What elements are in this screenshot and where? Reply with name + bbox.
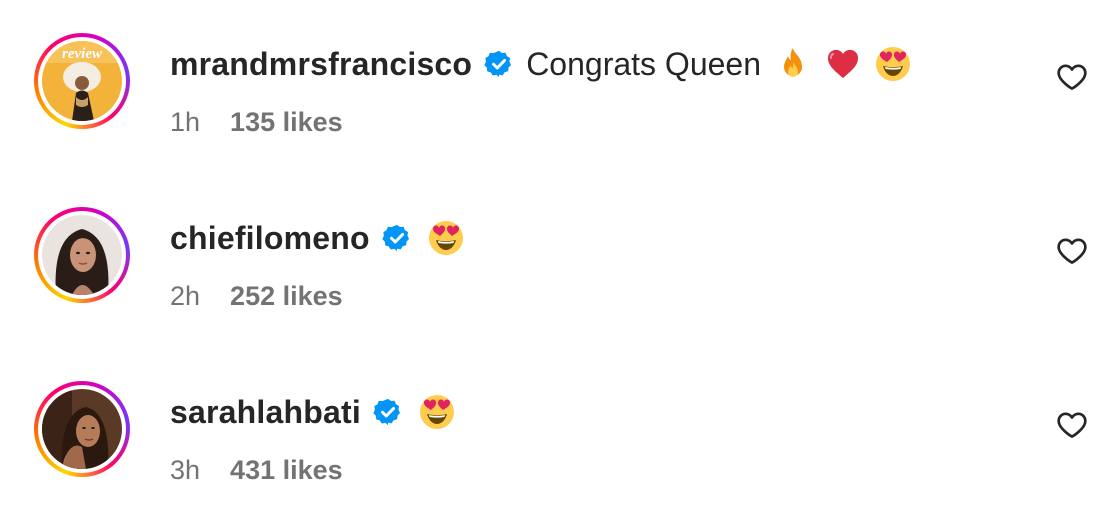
comment-meta: 2h 252 likes [170, 281, 343, 312]
heart-eyes-emoji [428, 220, 464, 256]
heart-eyes-emoji [875, 46, 911, 82]
avatar-logo-text: review [62, 46, 103, 62]
likes-count[interactable]: 252 likes [230, 281, 343, 312]
avatar[interactable]: review [34, 33, 130, 129]
avatar[interactable] [34, 207, 130, 303]
comment-line: mrandmrsfrancisco Congrats Queen [170, 44, 911, 84]
like-heart-icon[interactable] [1056, 235, 1088, 267]
fire-emoji [775, 46, 811, 82]
comment-text: Congrats Queen [526, 45, 761, 82]
red-heart-emoji [825, 46, 861, 82]
like-heart-icon[interactable] [1056, 409, 1088, 441]
comment-meta: 1h 135 likes [170, 107, 343, 138]
comment-line: chiefilomeno [170, 218, 464, 258]
comment-item: sarahlahbati 3h 431 likes [0, 381, 1120, 521]
verified-badge-icon [484, 49, 514, 79]
likes-count[interactable]: 431 likes [230, 455, 343, 486]
username[interactable]: sarahlahbati [170, 394, 361, 431]
avatar[interactable] [34, 381, 130, 477]
comment-time: 1h [170, 107, 201, 137]
comment-line: sarahlahbati [170, 392, 455, 432]
username[interactable]: mrandmrsfrancisco [170, 46, 472, 83]
like-heart-icon[interactable] [1056, 61, 1088, 93]
avatar-image [42, 215, 122, 295]
username[interactable]: chiefilomeno [170, 220, 370, 257]
avatar-image: review [42, 41, 122, 121]
likes-count[interactable]: 135 likes [230, 107, 343, 138]
comment-item: review mrandmrsfrancisco Congrats Queen [0, 33, 1120, 173]
verified-badge-icon [373, 397, 403, 427]
comment-meta: 3h 431 likes [170, 455, 343, 486]
avatar-image [42, 389, 122, 469]
verified-badge-icon [382, 223, 412, 253]
comment-time: 2h [170, 281, 201, 311]
comment-time: 3h [170, 455, 201, 485]
comment-item: chiefilomeno 2h 252 likes [0, 207, 1120, 347]
heart-eyes-emoji [419, 394, 455, 430]
